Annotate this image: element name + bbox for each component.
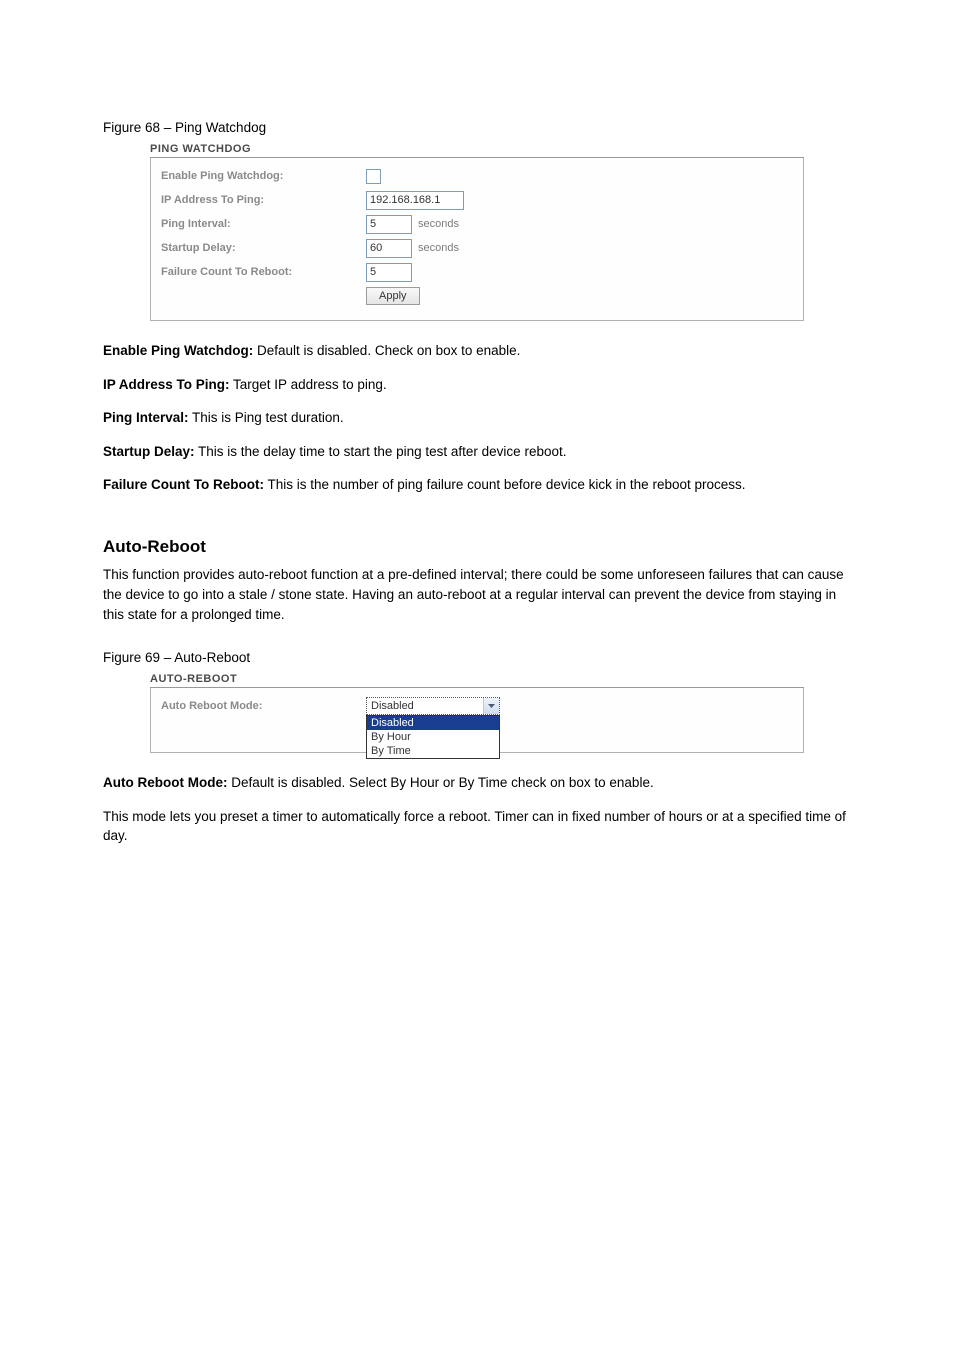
ping-interval-label: Ping Interval: [161,218,366,230]
auto-reboot-descriptions: Auto Reboot Mode: Default is disabled. S… [103,773,851,846]
auto-reboot-mode-label: Auto Reboot Mode: [161,700,366,712]
enable-ping-watchdog-label: Enable Ping Watchdog: [161,170,366,182]
auto-reboot-option-by-time[interactable]: By Time [367,744,499,758]
desc-auto-reboot-mode-text: Default is disabled. Select By Hour or B… [227,775,653,790]
enable-ping-watchdog-checkbox[interactable] [366,169,381,184]
auto-reboot-mode-dropdown[interactable]: Disabled By Hour By Time [366,715,500,759]
ping-interval-input[interactable] [366,215,412,234]
desc-enable-label: Enable Ping Watchdog: [103,343,253,358]
apply-button[interactable]: Apply [366,287,420,305]
desc-failcount-text: This is the number of ping failure count… [264,477,746,492]
ip-to-ping-input[interactable] [366,191,464,210]
ping-watchdog-figure-caption: Figure 68 – Ping Watchdog [103,120,899,135]
ping-watchdog-descriptions: Enable Ping Watchdog: Default is disable… [103,341,851,495]
auto-reboot-mode-selected: Disabled [371,700,414,712]
failure-count-label: Failure Count To Reboot: [161,266,366,278]
startup-delay-unit: seconds [418,242,459,254]
startup-delay-label: Startup Delay: [161,242,366,254]
auto-reboot-heading-block: Auto-Reboot This function provides auto-… [103,535,851,624]
desc-startup-label: Startup Delay: [103,444,195,459]
desc-ip-label: IP Address To Ping: [103,377,230,392]
auto-reboot-option-disabled[interactable]: Disabled [367,716,499,730]
auto-reboot-option-by-hour[interactable]: By Hour [367,730,499,744]
auto-reboot-mode-select[interactable]: Disabled Disabled By Hour By Time [366,697,500,715]
desc-ip-text: Target IP address to ping. [230,377,387,392]
auto-reboot-panel: Auto Reboot Mode: Disabled Disabled By H… [150,688,804,753]
ip-to-ping-label: IP Address To Ping: [161,194,366,206]
ping-watchdog-panel: Enable Ping Watchdog: IP Address To Ping… [150,158,804,321]
startup-delay-input[interactable] [366,239,412,258]
desc-enable-text: Default is disabled. Check on box to ena… [253,343,520,358]
chevron-down-icon [483,698,499,714]
desc-startup-text: This is the delay time to start the ping… [195,444,567,459]
desc-auto-reboot-mode-label: Auto Reboot Mode: [103,775,227,790]
desc-interval-text: This is Ping test duration. [189,410,344,425]
desc-interval-label: Ping Interval: [103,410,189,425]
auto-reboot-heading-text: This function provides auto-reboot funct… [103,565,851,624]
failure-count-input[interactable] [366,263,412,282]
auto-reboot-heading: Auto-Reboot [103,535,851,560]
ping-watchdog-section-title: PING WATCHDOG [150,143,899,155]
ping-interval-unit: seconds [418,218,459,230]
auto-reboot-section-title: AUTO-REBOOT [150,673,899,685]
auto-reboot-figure-caption: Figure 69 – Auto-Reboot [103,650,899,665]
desc-failcount-label: Failure Count To Reboot: [103,477,264,492]
desc-auto-reboot-mode-note: This mode lets you preset a timer to aut… [103,807,851,846]
